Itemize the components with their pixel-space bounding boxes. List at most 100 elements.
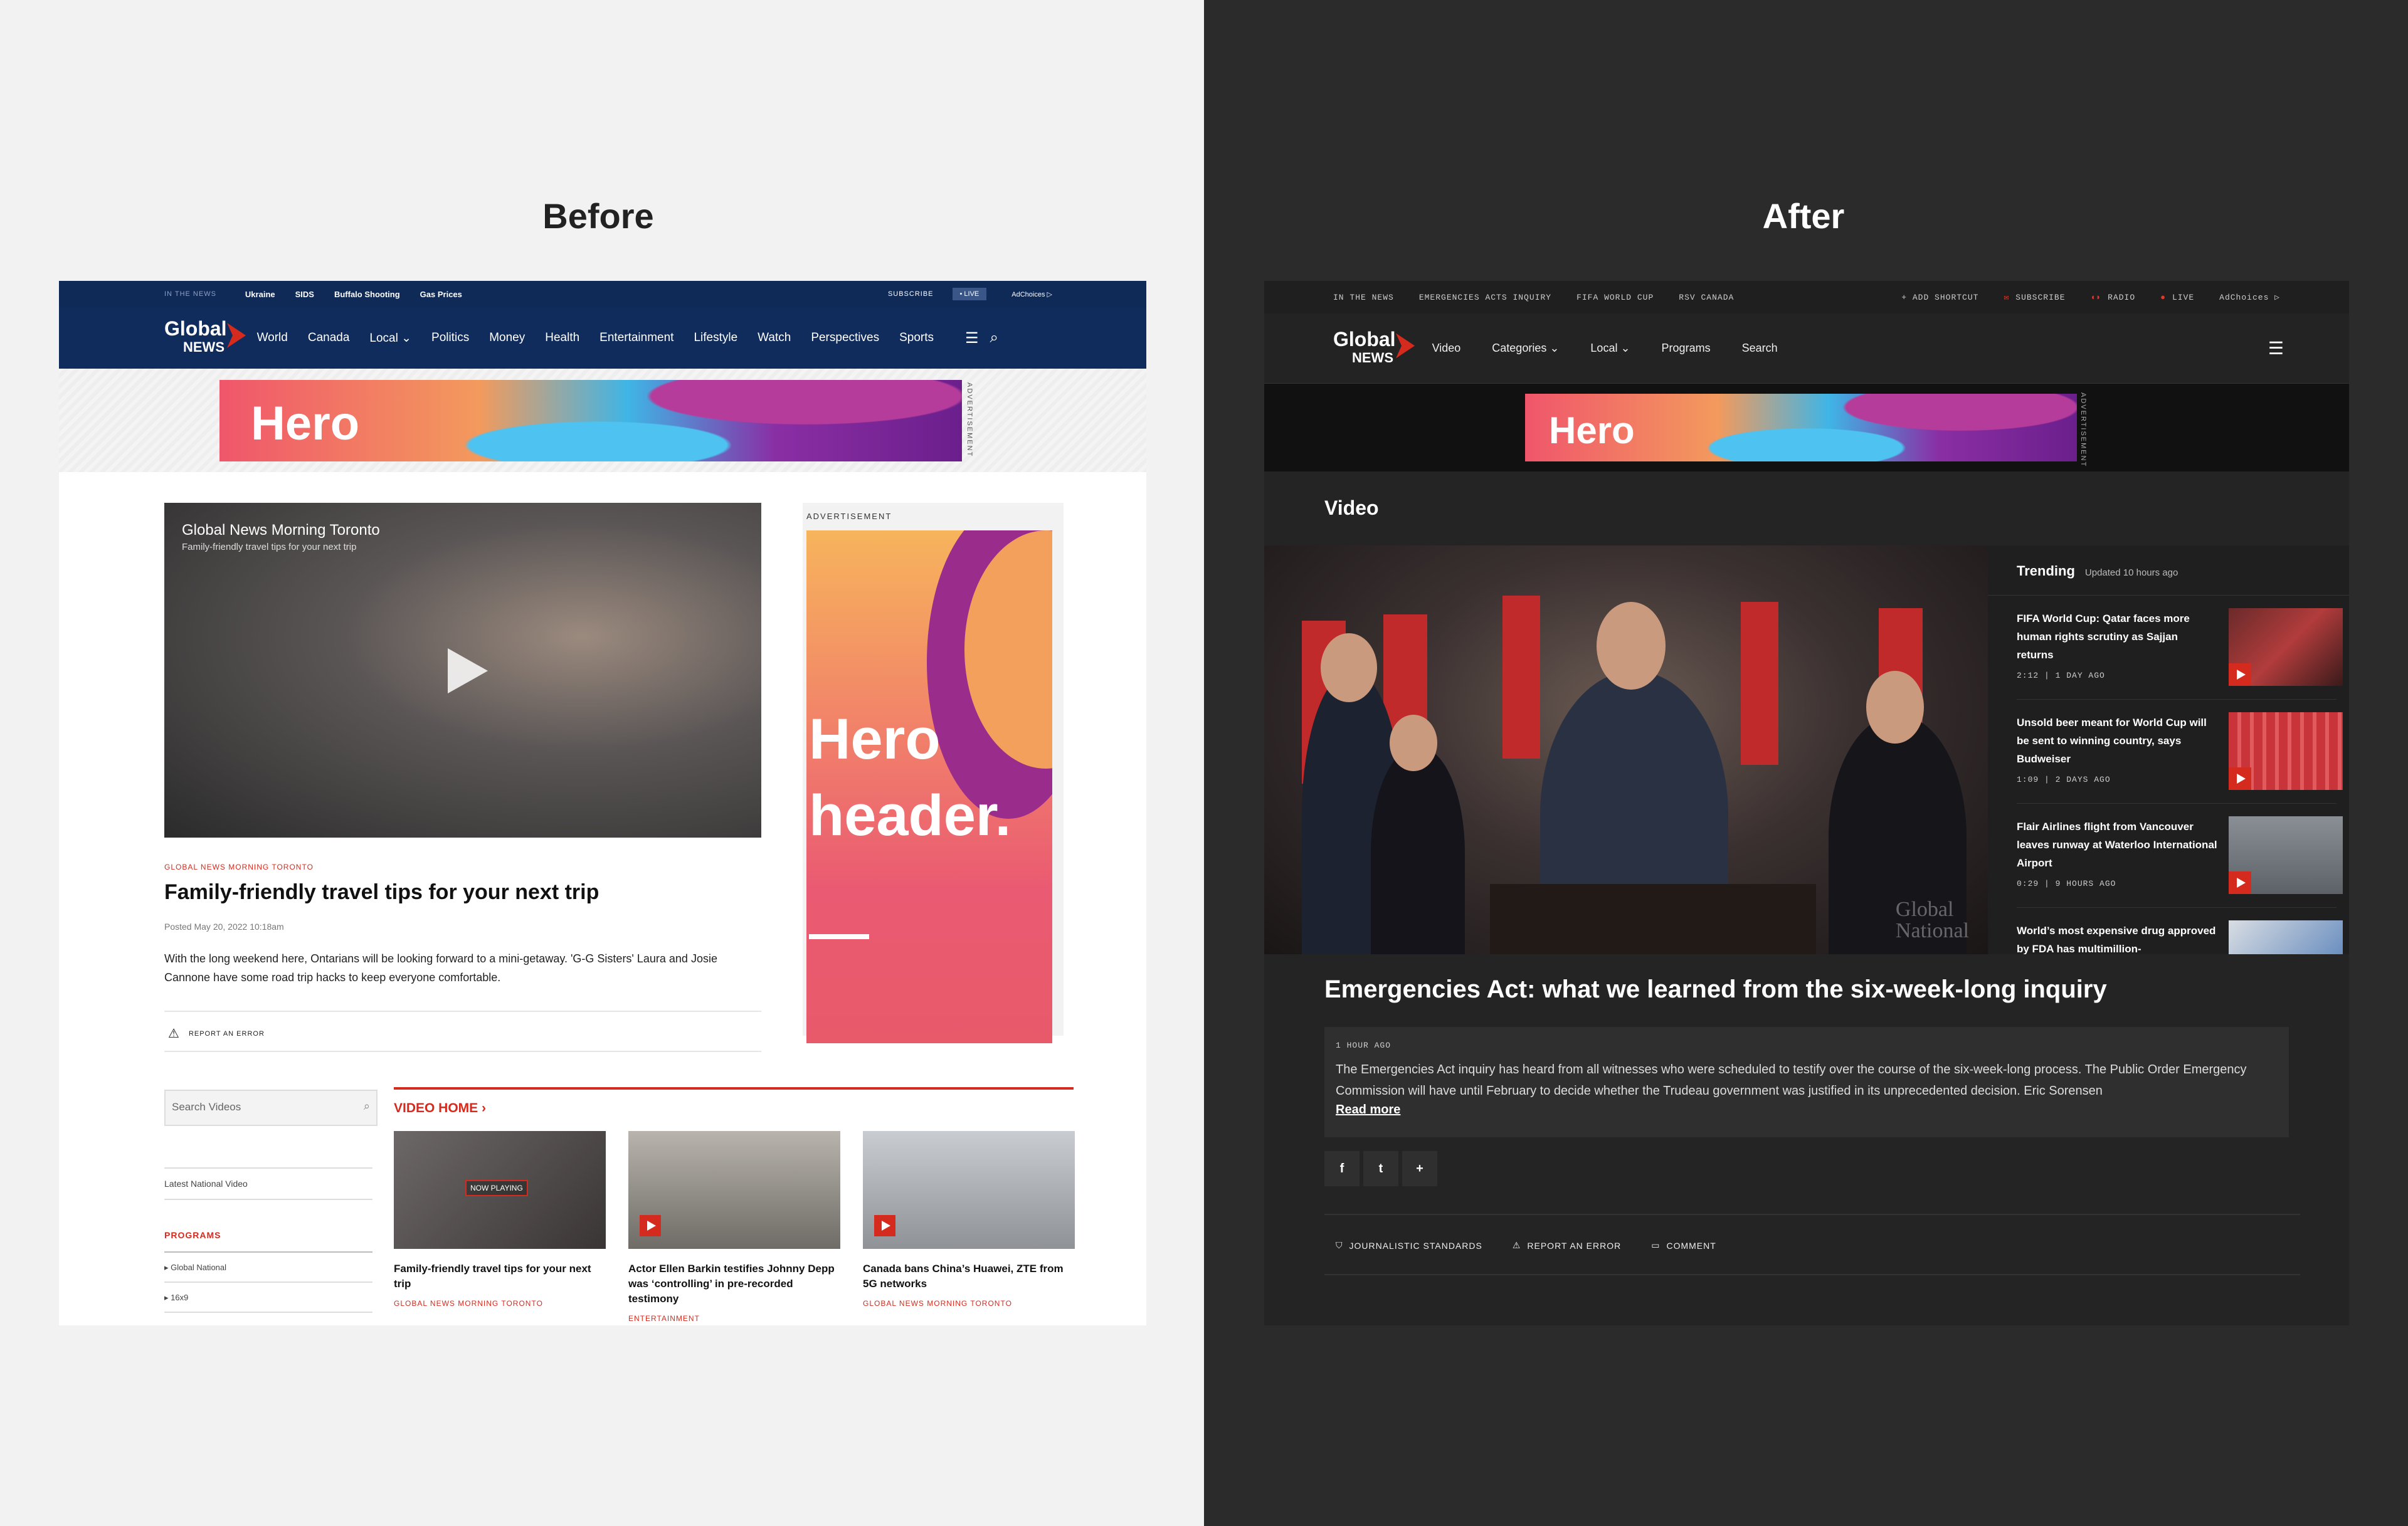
play-icon[interactable] [2229,871,2251,894]
nav-item[interactable]: Politics [431,331,469,345]
card-kicker[interactable]: ENTERTAINMENT [628,1314,840,1323]
topbar-link[interactable]: FIFA WORLD CUP [1576,293,1654,302]
nav-item[interactable]: Canada [308,331,350,345]
trending-item[interactable]: Flair Airlines flight from Vancouver lea… [2017,804,2343,908]
facebook-share-button[interactable]: f [1324,1151,1360,1186]
nav-item[interactable]: Money [489,331,525,345]
topbar-link[interactable]: SIDS [295,290,314,299]
more-share-button[interactable]: + [1402,1151,1437,1186]
video-thumbnail[interactable]: NOW PLAYING [394,1131,606,1249]
nav-item[interactable]: Health [545,331,579,345]
program-item[interactable]: ▸ 16x9 [164,1293,188,1303]
report-error-link[interactable]: ⚠ REPORT AN ERROR [1513,1240,1621,1251]
card-kicker[interactable]: GLOBAL NEWS MORNING TORONTO [863,1299,1075,1308]
live-link[interactable]: ● LIVE [2160,293,2194,302]
play-icon[interactable] [874,1215,895,1236]
trending-item[interactable]: Unsold beer meant for World Cup will be … [2017,700,2343,804]
topbar-link[interactable]: EMERGENCIES ACTS INQUIRY [1419,293,1551,302]
hero-ad-banner[interactable]: Hero [1525,394,2077,461]
live-button[interactable]: • LIVE [952,288,987,300]
search-videos-input[interactable]: Search Videos ⌕ [164,1090,378,1126]
nav-item[interactable]: Lifestyle [694,331,737,345]
trending-item-meta: 2:12 | 1 DAY AGO [2017,671,2105,680]
video-title: Global News Morning Toronto [182,522,380,539]
video-card[interactable]: Actor Ellen Barkin testifies Johnny Depp… [628,1131,840,1323]
video-card[interactable]: NOW PLAYING Family-friendly travel tips … [394,1131,606,1308]
global-news-logo[interactable]: Global NEWS [1333,329,1415,367]
nav-item[interactable]: Categories ⌄ [1492,342,1559,355]
latest-national-video-link[interactable]: Latest National Video [164,1179,248,1189]
trending-item-title[interactable]: FIFA World Cup: Qatar faces more human r… [2017,609,2217,664]
side-ad-line2: header. [809,784,1011,848]
side-hero-ad[interactable]: Hero header. [806,530,1052,1043]
nav-item[interactable]: Programs [1662,342,1711,355]
card-caption[interactable]: Actor Ellen Barkin testifies Johnny Depp… [628,1261,840,1307]
after-leaderboard-ad: Hero ADVERTISEMENT [1264,384,2349,471]
nav-item[interactable]: Sports [899,331,934,345]
topbar-link[interactable]: RSV CANADA [1679,293,1734,302]
comment-link[interactable]: ▭ COMMENT [1651,1240,1716,1251]
play-icon[interactable] [2229,663,2251,686]
adchoices-link[interactable]: AdChoices ▷ [1011,290,1052,298]
nav-item[interactable]: Watch [758,331,791,345]
trending-thumbnail[interactable] [2229,920,2343,954]
trending-item-title[interactable]: Unsold beer meant for World Cup will be … [2017,713,2217,768]
video-thumbnail[interactable] [628,1131,840,1249]
video-card[interactable]: Canada bans China’s Huawei, ZTE from 5G … [863,1131,1075,1308]
search-icon[interactable]: ⌕ [990,329,998,347]
card-kicker[interactable]: GLOBAL NEWS MORNING TORONTO [394,1299,606,1308]
live-dot-icon: ● [2160,292,2166,302]
topbar-link[interactable]: Buffalo Shooting [334,290,400,299]
trending-item-title[interactable]: World’s most expensive drug approved by … [2017,922,2217,954]
nav-item[interactable]: World [257,331,288,345]
card-caption[interactable]: Canada bans China’s Huawei, ZTE from 5G … [863,1261,1075,1292]
trending-item-title[interactable]: Flair Airlines flight from Vancouver lea… [2017,818,2217,872]
adchoices-link[interactable]: AdChoices ▷ [2219,293,2280,302]
video-description-text: The Emergencies Act inquiry has heard fr… [1336,1063,2247,1098]
video-home-link[interactable]: VIDEO HOME › [394,1101,486,1116]
trending-item-meta: 1:09 | 2 DAYS AGO [2017,775,2111,784]
before-main-nav: Global NEWS World Canada Local ⌄ Politic… [59,307,1146,369]
play-icon[interactable] [640,1215,661,1236]
comment-icon: ▭ [1651,1240,1661,1250]
card-caption[interactable]: Family-friendly travel tips for your nex… [394,1261,606,1292]
subscribe-link[interactable]: ✉ SUBSCRIBE [2004,293,2065,302]
video-player[interactable]: Global National [1264,545,1988,954]
logo-text: Global [164,317,227,340]
hero-ad-banner[interactable]: Hero [219,380,962,461]
twitter-share-button[interactable]: t [1363,1151,1398,1186]
global-news-logo[interactable]: Global NEWS [164,317,246,357]
nav-item[interactable]: Local ⌄ [1590,342,1630,355]
search-icon[interactable]: ⌕ [364,1100,370,1113]
nav-item[interactable]: Video [1432,342,1461,355]
nav-item[interactable]: Search [1742,342,1778,355]
add-shortcut-link[interactable]: + ADD SHORTCUT [1901,293,1978,302]
trending-item[interactable]: World’s most expensive drug approved by … [2017,908,2343,954]
play-icon[interactable] [2229,767,2251,790]
subscribe-link[interactable]: SUBSCRIBE [888,290,934,298]
topbar-link[interactable]: Gas Prices [420,290,462,299]
trending-item[interactable]: FIFA World Cup: Qatar faces more human r… [2017,596,2343,700]
video-thumbnail[interactable] [863,1131,1075,1249]
menu-icon[interactable]: ☰ [2268,338,2284,359]
report-error-link[interactable]: ⚠ REPORT AN ERROR [168,1026,265,1041]
menu-icon[interactable]: ☰ [965,329,979,347]
video-player[interactable]: Global News Morning Toronto Family-frien… [164,503,761,838]
ad-label: ADVERTISEMENT [2079,392,2087,468]
read-more-link[interactable]: Read more [1336,1103,2278,1117]
nav-item[interactable]: Perspectives [811,331,879,345]
global-national-watermark: Global National [1895,898,1969,942]
radio-link[interactable]: ◖◗ RADIO [2091,293,2136,302]
journalistic-standards-link[interactable]: ⛉ JOURNALISTIC STANDARDS [1336,1240,1482,1251]
program-item[interactable]: ▸ Global National [164,1263,226,1273]
logo-subtext: NEWS [1352,349,1393,366]
article-kicker[interactable]: GLOBAL NEWS MORNING TORONTO [164,863,314,871]
divider [164,1251,372,1253]
now-playing-badge: NOW PLAYING [465,1180,528,1196]
play-icon[interactable] [448,648,488,693]
nav-item[interactable]: Entertainment [599,331,673,345]
nav-item[interactable]: Local ⌄ [369,331,411,345]
topbar-link[interactable]: Ukraine [245,290,275,299]
in-the-news-label: IN THE NEWS [1333,292,1394,302]
ad-text: Hero [251,397,360,450]
